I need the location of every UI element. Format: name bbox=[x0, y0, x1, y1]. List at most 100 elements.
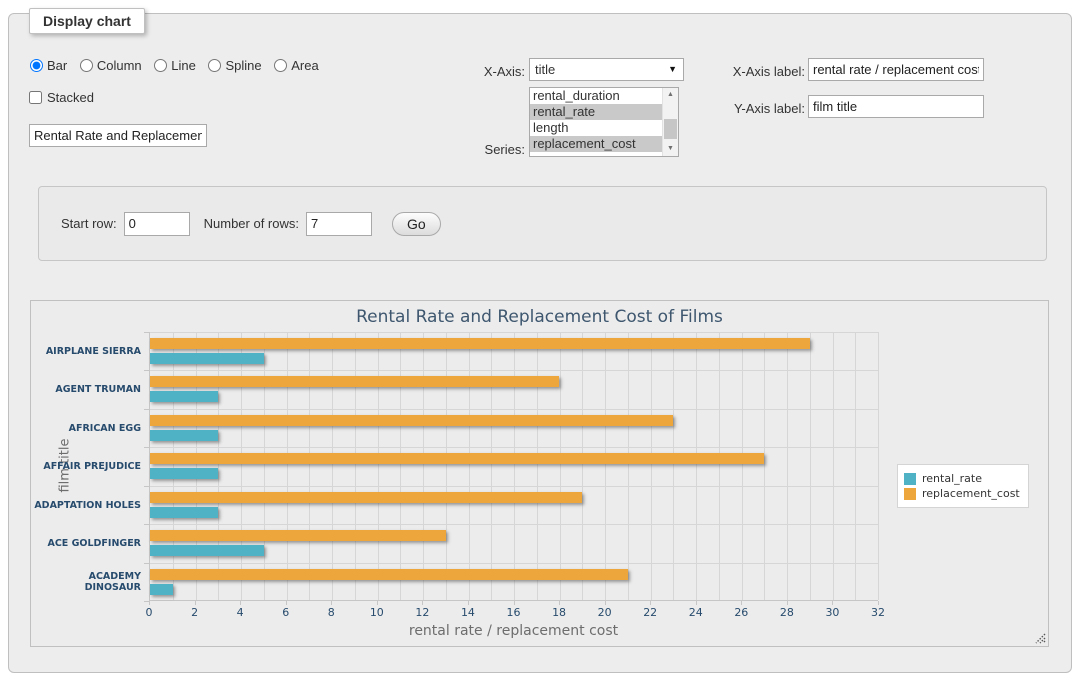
gridline-vertical bbox=[810, 332, 811, 600]
x-axis-tick bbox=[149, 601, 150, 605]
x-axis-tick bbox=[377, 601, 378, 605]
chart-type-radio-group: Bar Column Line Spline Area bbox=[30, 58, 328, 73]
gridline-vertical bbox=[469, 332, 470, 600]
panel-legend: Display chart bbox=[29, 8, 145, 34]
gridline-vertical bbox=[514, 332, 515, 600]
x-axis-tick bbox=[878, 601, 879, 605]
bar-replacement_cost[interactable] bbox=[150, 453, 764, 464]
bar-replacement_cost[interactable] bbox=[150, 376, 559, 387]
category-label: AGENT TRUMAN bbox=[31, 370, 141, 408]
gridline-vertical bbox=[764, 332, 765, 600]
series-options: rental_durationrental_ratelengthreplacem… bbox=[530, 88, 678, 152]
x-axis-tick-label: 4 bbox=[237, 606, 244, 619]
gridline-vertical bbox=[833, 332, 834, 600]
radio-spline-label: Spline bbox=[225, 58, 261, 73]
stacked-checkbox[interactable] bbox=[29, 91, 42, 104]
gridline-vertical bbox=[560, 332, 561, 600]
gridline-horizontal bbox=[150, 524, 878, 525]
bar-rental_rate[interactable] bbox=[150, 468, 218, 479]
x-axis-tick-label: 0 bbox=[146, 606, 153, 619]
chart-type-column[interactable]: Column bbox=[80, 58, 145, 73]
chart-container: Rental Rate and Replacement Cost of Film… bbox=[30, 300, 1049, 647]
radio-spline[interactable] bbox=[208, 59, 221, 72]
xaxis-select-label: X-Axis: bbox=[429, 64, 525, 79]
x-axis-tick-label: 6 bbox=[282, 606, 289, 619]
gridline-horizontal bbox=[150, 370, 878, 371]
plot-area bbox=[149, 332, 878, 601]
xaxis-select[interactable]: title ▼ bbox=[529, 58, 684, 81]
x-axis-tick bbox=[240, 601, 241, 605]
gridline-vertical bbox=[218, 332, 219, 600]
series-option[interactable]: length bbox=[530, 120, 678, 136]
x-axis-tick-label: 24 bbox=[689, 606, 703, 619]
x-axis-ticks: 02468101214161820222426283032 bbox=[149, 601, 878, 623]
chart-type-spline[interactable]: Spline bbox=[208, 58, 265, 73]
x-axis-tick-label: 30 bbox=[825, 606, 839, 619]
gridline-vertical bbox=[719, 332, 720, 600]
scroll-up-icon[interactable]: ▲ bbox=[663, 88, 678, 102]
bar-replacement_cost[interactable] bbox=[150, 569, 628, 580]
display-chart-panel: Display chart Bar Column Line Spline Are… bbox=[8, 13, 1072, 673]
scrollbar-thumb[interactable] bbox=[664, 119, 677, 139]
chart-type-line[interactable]: Line bbox=[154, 58, 199, 73]
resize-handle-icon[interactable] bbox=[1034, 632, 1046, 644]
radio-column-label: Column bbox=[97, 58, 142, 73]
legend-item-replacement_cost[interactable]: replacement_cost bbox=[904, 487, 1020, 500]
legend-swatch bbox=[904, 473, 916, 485]
x-axis-tick bbox=[787, 601, 788, 605]
x-axis-tick-label: 16 bbox=[507, 606, 521, 619]
chart-legend: rental_rate replacement_cost bbox=[897, 464, 1029, 508]
series-list-scrollbar[interactable]: ▲ ▼ bbox=[662, 88, 678, 156]
radio-line[interactable] bbox=[154, 59, 167, 72]
radio-area[interactable] bbox=[274, 59, 287, 72]
dropdown-arrow-icon: ▼ bbox=[668, 64, 677, 74]
bar-replacement_cost[interactable] bbox=[150, 530, 446, 541]
x-axis-tick bbox=[422, 601, 423, 605]
series-multiselect[interactable]: rental_durationrental_ratelengthreplacem… bbox=[529, 87, 679, 157]
x-axis-tick bbox=[696, 601, 697, 605]
gridline-vertical bbox=[196, 332, 197, 600]
series-option[interactable]: replacement_cost bbox=[530, 136, 678, 152]
bar-replacement_cost[interactable] bbox=[150, 338, 810, 349]
legend-label: replacement_cost bbox=[922, 487, 1020, 500]
chart-title-input[interactable] bbox=[29, 124, 207, 147]
legend-item-rental_rate[interactable]: rental_rate bbox=[904, 472, 1020, 485]
bar-replacement_cost[interactable] bbox=[150, 492, 582, 503]
start-row-input[interactable] bbox=[124, 212, 190, 236]
legend-label: rental_rate bbox=[922, 472, 982, 485]
radio-bar[interactable] bbox=[30, 59, 43, 72]
gridline-vertical bbox=[605, 332, 606, 600]
x-axis-tick bbox=[832, 601, 833, 605]
radio-column[interactable] bbox=[80, 59, 93, 72]
bar-rental_rate[interactable] bbox=[150, 584, 173, 595]
series-option[interactable]: rental_duration bbox=[530, 88, 678, 104]
bar-rental_rate[interactable] bbox=[150, 507, 218, 518]
gridline-horizontal bbox=[150, 486, 878, 487]
gridline-vertical bbox=[332, 332, 333, 600]
xaxis-label-field-label: X-Axis label: bbox=[699, 64, 805, 79]
y-axis-tick bbox=[144, 370, 150, 371]
x-axis-tick-label: 2 bbox=[191, 606, 198, 619]
bar-replacement_cost[interactable] bbox=[150, 415, 673, 426]
gridline-vertical bbox=[264, 332, 265, 600]
bar-rental_rate[interactable] bbox=[150, 545, 264, 556]
yaxis-label-input[interactable] bbox=[808, 95, 984, 118]
stacked-option[interactable]: Stacked bbox=[29, 90, 94, 105]
number-of-rows-input[interactable] bbox=[306, 212, 372, 236]
x-axis-tick-label: 18 bbox=[552, 606, 566, 619]
category-label: AIRPLANE SIERRA bbox=[31, 332, 141, 370]
scroll-down-icon[interactable]: ▼ bbox=[663, 142, 678, 156]
go-button[interactable]: Go bbox=[392, 212, 441, 236]
bar-rental_rate[interactable] bbox=[150, 391, 218, 402]
xaxis-label-input[interactable] bbox=[808, 58, 984, 81]
series-option[interactable]: rental_rate bbox=[530, 104, 678, 120]
bar-rental_rate[interactable] bbox=[150, 430, 218, 441]
gridline-vertical bbox=[400, 332, 401, 600]
gridline-horizontal bbox=[150, 563, 878, 564]
chart-type-area[interactable]: Area bbox=[274, 58, 318, 73]
chart-type-bar[interactable]: Bar bbox=[30, 58, 71, 73]
x-axis-tick bbox=[286, 601, 287, 605]
bar-rental_rate[interactable] bbox=[150, 353, 264, 364]
gridline-vertical bbox=[878, 332, 879, 600]
row-controls-panel: Start row: Number of rows: Go bbox=[38, 186, 1047, 261]
